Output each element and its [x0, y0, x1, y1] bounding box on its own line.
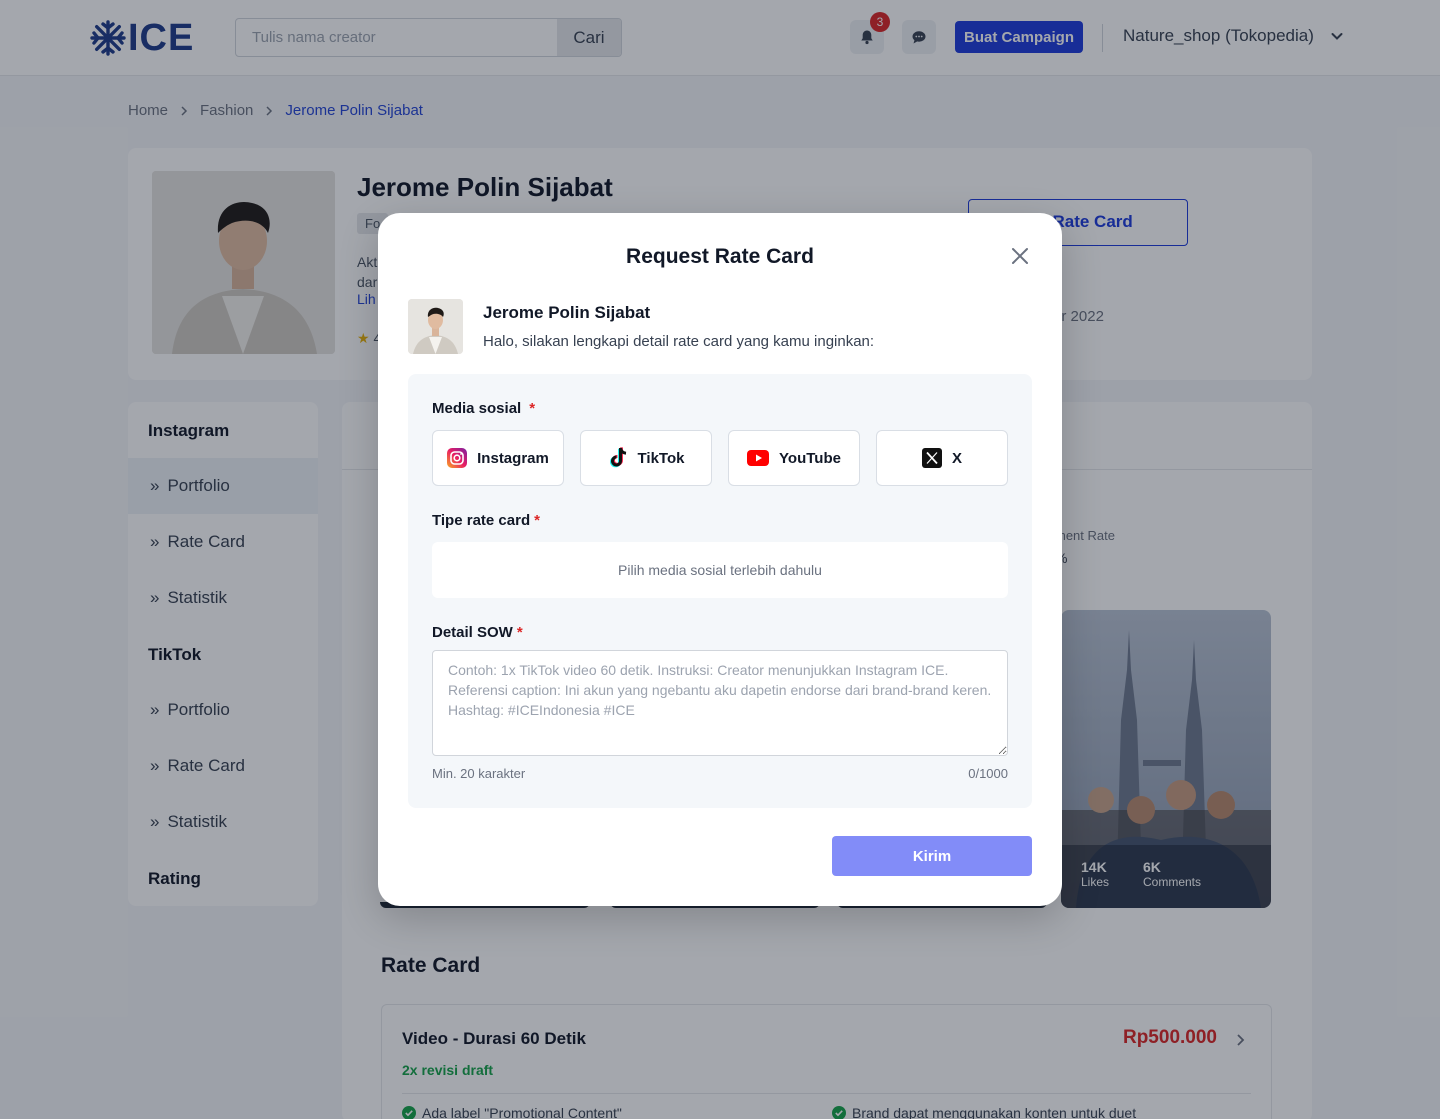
request-form: Media sosial * Instagram TikTok YouTube … [408, 374, 1032, 808]
close-button[interactable] [1007, 243, 1033, 269]
request-rate-card-modal: Request Rate Card Jerome Polin Sijabat H… [378, 213, 1062, 906]
social-option-label: Instagram [477, 449, 549, 467]
required-mark: * [534, 512, 540, 529]
required-mark: * [516, 624, 523, 641]
social-option-label: YouTube [779, 449, 841, 467]
instagram-icon [447, 448, 468, 468]
required-mark: * [529, 400, 536, 417]
social-option-label: X [951, 449, 962, 467]
label-text: Media sosial [432, 400, 522, 417]
social-option-instagram[interactable]: Instagram [432, 430, 564, 486]
social-option-x[interactable]: X [876, 430, 1008, 486]
creator-avatar [408, 299, 463, 354]
tiktok-icon [609, 447, 626, 468]
min-char-hint: Min. 20 karakter [432, 766, 526, 781]
social-option-tiktok[interactable]: TikTok [580, 430, 712, 486]
sow-detail-label: Detail SOW * [432, 624, 523, 641]
modal-title: Request Rate Card [626, 245, 814, 268]
sow-textarea[interactable] [432, 650, 1008, 756]
char-counter: 0/1000 [968, 766, 1008, 781]
creator-name: Jerome Polin Sijabat [483, 303, 651, 322]
social-option-youtube[interactable]: YouTube [728, 430, 860, 486]
social-option-label: TikTok [637, 449, 685, 467]
rate-type-label: Tipe rate card * [432, 512, 540, 529]
greeting-text: Halo, silakan lengkapi detail rate card … [483, 333, 875, 350]
label-text: Detail SOW [432, 624, 513, 641]
close-icon [1012, 248, 1028, 264]
x-logo-icon [921, 448, 942, 468]
social-media-label: Media sosial * [432, 400, 535, 417]
rate-type-select[interactable]: Pilih media sosial terlebih dahulu [432, 542, 1008, 598]
label-text: Tipe rate card [432, 512, 531, 529]
submit-button[interactable]: Kirim [832, 836, 1032, 876]
youtube-icon [747, 450, 770, 466]
